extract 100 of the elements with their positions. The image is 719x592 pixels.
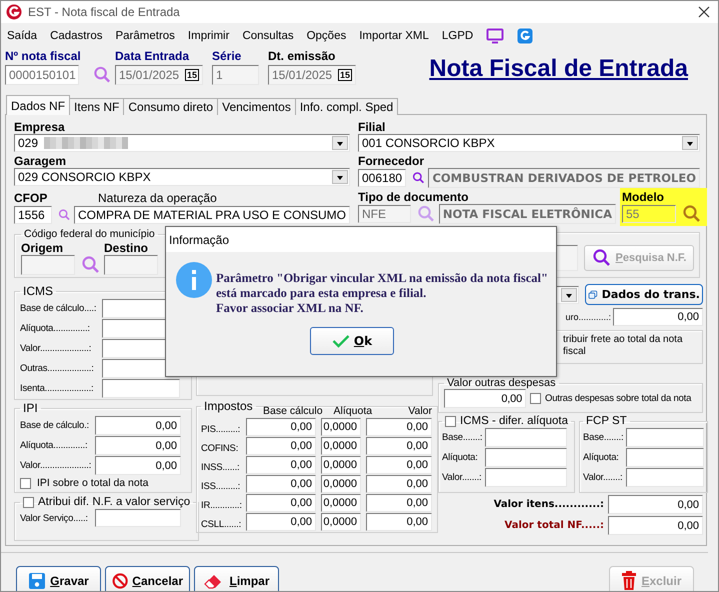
action-button[interactable]: Cancelar — [105, 566, 190, 591]
field-label: Alíquota: — [442, 452, 479, 463]
input-field[interactable]: 1 — [212, 65, 259, 85]
tab[interactable]: Info. compl. Sped — [294, 98, 398, 115]
search-icon[interactable] — [682, 204, 702, 224]
ok-button[interactable]: Ok — [310, 327, 394, 355]
action-button[interactable]: Gravar — [16, 566, 101, 591]
input-field[interactable]: 0,00 — [246, 456, 316, 474]
tax-label: IR............: — [201, 500, 241, 512]
calendar-button[interactable]: 15 — [338, 69, 352, 81]
field-label: uro............: — [565, 312, 611, 322]
search-icon[interactable] — [93, 65, 112, 85]
field-label: Valor.......: — [583, 472, 624, 483]
action-button[interactable]: Limpar — [194, 566, 279, 591]
model-field[interactable]: 55 — [622, 205, 676, 223]
tab[interactable]: Vencimentos — [217, 98, 296, 115]
close-icon[interactable] — [698, 6, 710, 18]
input-field[interactable] — [556, 244, 578, 270]
field-label: Natureza da operação — [98, 190, 217, 204]
code-field[interactable]: 006180 — [358, 169, 406, 187]
calendar-button[interactable]: 15 — [184, 69, 199, 81]
input-field[interactable]: 0,00 — [444, 389, 526, 408]
field-label: Empresa — [14, 120, 66, 134]
garage-dropdown[interactable]: 029 CONSORCIO KBPX — [14, 168, 350, 186]
input-field[interactable] — [102, 379, 180, 398]
menu-item[interactable]: Cadastros — [50, 30, 102, 42]
checkbox[interactable] — [20, 478, 31, 488]
field-label: Valor....................: — [20, 460, 92, 471]
input-field[interactable] — [485, 468, 567, 487]
tab[interactable]: Itens NF — [69, 98, 124, 115]
checkbox[interactable] — [23, 496, 34, 508]
input-field[interactable]: 0,00 — [366, 437, 432, 455]
input-field[interactable]: 0,00 — [366, 418, 432, 436]
document-type-field: NOTA FISCAL ELETRÔNICA — [438, 204, 616, 224]
company-dropdown[interactable]: 029 — [14, 134, 350, 152]
search-icon[interactable] — [81, 255, 101, 275]
input-field[interactable]: 15/01/2025 15 — [115, 65, 203, 85]
checkbox[interactable] — [530, 393, 541, 404]
field-label: Alíquota: — [583, 452, 620, 463]
app-logo-icon — [6, 4, 22, 20]
group-title: Código federal do município — [23, 228, 156, 240]
menu-item[interactable]: Parâmetros — [115, 30, 175, 42]
checkbox[interactable] — [445, 416, 456, 426]
input-field[interactable]: 0000150101 — [5, 65, 79, 85]
input-field[interactable]: 0,0000 — [321, 437, 361, 455]
input-field[interactable]: 0,00 — [366, 494, 432, 512]
input-field[interactable]: 0,00 — [246, 437, 316, 455]
checkbox-label: tribuir frete ao total da nota fiscal — [563, 334, 684, 358]
input-field[interactable]: 0,00 — [366, 513, 432, 531]
origin-field[interactable] — [21, 255, 75, 275]
tax-label: INSS......: — [201, 462, 240, 474]
input-field[interactable]: 0,0000 — [321, 456, 361, 474]
input-field[interactable] — [95, 509, 181, 527]
input-field[interactable] — [485, 428, 567, 447]
carrier-dropdown[interactable] — [557, 286, 579, 304]
input-field[interactable] — [626, 428, 704, 447]
input-field[interactable]: 0,0000 — [321, 494, 361, 512]
menu-item[interactable]: Opções — [306, 30, 346, 42]
field-label: Isenta...................: — [20, 383, 94, 394]
trash-icon — [621, 571, 638, 591]
input-field[interactable]: 0,00 — [246, 513, 316, 531]
input-field[interactable] — [626, 468, 704, 487]
input-field[interactable]: 0,00 — [246, 418, 316, 436]
input-field[interactable]: 15/01/2025 15 — [268, 65, 356, 85]
field-label: Fornecedor — [358, 154, 426, 168]
field-label: Alíquota.............: — [20, 440, 88, 451]
column-header: Base cálculo — [263, 405, 323, 417]
column-header: Valor — [408, 405, 432, 417]
menu-item[interactable]: Importar XML — [359, 30, 429, 42]
carrier-data-button[interactable]: Dados do trans. — [585, 284, 703, 305]
input-field[interactable]: 0,00 — [246, 475, 316, 493]
branch-dropdown[interactable]: 001 CONSORCIO KBPX — [358, 134, 700, 152]
input-field[interactable]: 0,0000 — [321, 513, 361, 531]
tab[interactable]: Consumo direto — [123, 98, 218, 115]
menu-item[interactable]: Consultas — [242, 30, 294, 42]
app-logo-icon[interactable] — [517, 28, 534, 44]
code-field[interactable]: NFE — [358, 205, 412, 223]
cfop-field[interactable]: 1556 — [14, 206, 52, 224]
menu-item[interactable]: Saída — [7, 30, 38, 42]
tab[interactable]: Dados NF — [6, 95, 70, 115]
destination-field[interactable] — [104, 255, 158, 275]
input-field[interactable]: 0,00 — [95, 456, 181, 475]
input-field[interactable]: 0,0000 — [321, 475, 361, 493]
input-field[interactable]: 0,00 — [366, 475, 432, 493]
group-title: Impostos — [203, 399, 254, 413]
operation-field[interactable]: COMPRA DE MATERIAL PRA USO E CONSUMO — [74, 206, 350, 224]
monitor-icon[interactable] — [486, 28, 504, 44]
input-field[interactable]: 0,00 — [95, 416, 181, 435]
menu-item[interactable]: LGPD — [442, 30, 474, 42]
input-field[interactable] — [626, 448, 704, 467]
input-field[interactable]: 0,0000 — [321, 418, 361, 436]
field-label: Base de cálculo....: — [20, 303, 98, 314]
checkmark-icon — [332, 334, 350, 348]
input-field[interactable]: 0,00 — [366, 456, 432, 474]
insurance-field[interactable]: 0,00 — [613, 308, 703, 326]
input-field[interactable]: 0,00 — [246, 494, 316, 512]
input-field[interactable]: 0,00 — [95, 436, 181, 455]
input-field[interactable] — [485, 448, 567, 467]
group-title: FCP ST — [585, 415, 628, 427]
menu-item[interactable]: Imprimir — [188, 30, 230, 42]
